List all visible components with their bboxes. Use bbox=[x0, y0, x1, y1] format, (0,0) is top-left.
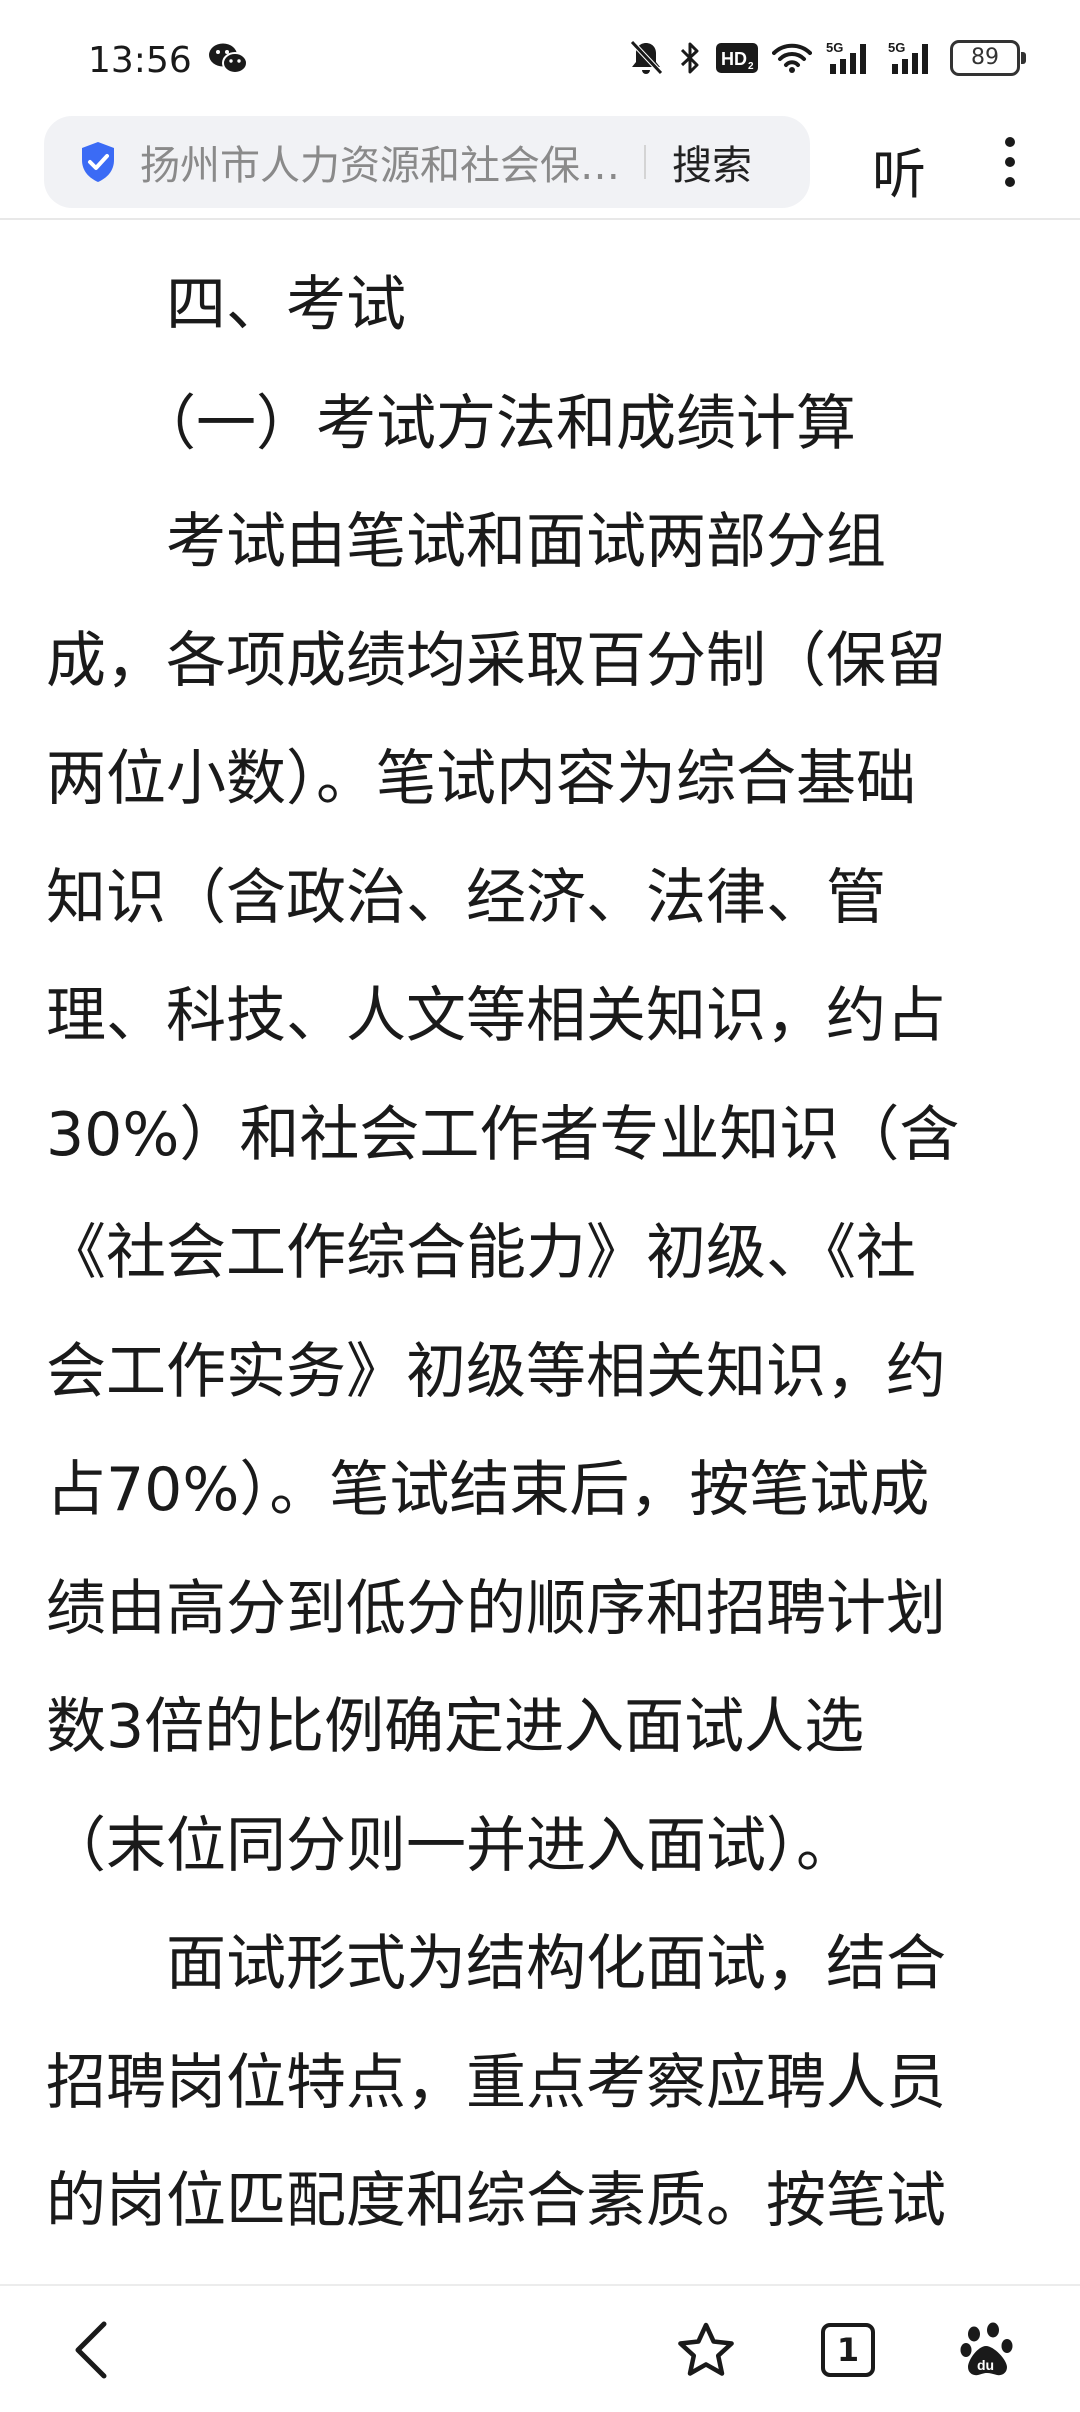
status-bar: 13:56 HD 2 5G 5G 89 bbox=[0, 0, 1080, 112]
article-line: （一）考试方法和成绩计算 bbox=[46, 388, 856, 459]
article-line: 四、考试 bbox=[46, 270, 406, 340]
battery-icon: 89 bbox=[950, 40, 1026, 76]
article-line: 会工作实务》初级等相关知识，约 bbox=[46, 1336, 946, 1407]
article-line: 考试由笔试和面试两部分组 bbox=[46, 507, 886, 577]
article-body: 四、考试 （一）考试方法和成绩计算 考试由笔试和面试两部分组 成，各项成绩均采取… bbox=[46, 246, 1006, 2261]
article-line: 理、科技、人文等相关知识，约占 bbox=[46, 981, 946, 1051]
wifi-icon bbox=[772, 43, 812, 73]
search-button[interactable]: 搜索 bbox=[672, 133, 752, 191]
article-line: 占70%）。笔试结束后，按笔试成 bbox=[46, 1455, 930, 1525]
status-icons: HD 2 5G 5G 89 bbox=[628, 38, 1026, 78]
more-options-icon[interactable] bbox=[996, 132, 1024, 192]
listen-button[interactable]: 听 bbox=[872, 130, 926, 209]
back-icon bbox=[75, 2321, 107, 2379]
article-line: 《社会工作综合能力》初级、《社 bbox=[46, 1218, 916, 1288]
mute-icon bbox=[630, 40, 663, 75]
baidu-home-button[interactable]: du bbox=[948, 2310, 1028, 2390]
browser-toolbar: 扬州市人力资源和社会保… 搜索 听 bbox=[0, 112, 1080, 216]
svg-text:2: 2 bbox=[748, 61, 754, 72]
article-line: （末位同分则一并进入面试）。 bbox=[46, 1810, 856, 1881]
svg-text:HD: HD bbox=[721, 49, 747, 69]
article-line: 招聘岗位特点，重点考察应聘人员 bbox=[46, 2047, 946, 2118]
article-line: 30%）和社会工作者专业知识（含 bbox=[46, 1099, 960, 1170]
article-line: 绩由高分到低分的顺序和招聘计划 bbox=[46, 1573, 946, 1644]
favorite-button[interactable] bbox=[666, 2310, 746, 2390]
status-time: 13:56 bbox=[88, 40, 192, 81]
page-title-in-address-bar[interactable]: 扬州市人力资源和社会保… bbox=[140, 133, 630, 191]
article-line: 面试形式为结构化面试，结合 bbox=[46, 1929, 946, 1999]
toolbar-divider bbox=[0, 218, 1080, 220]
hd-icon: HD 2 bbox=[716, 43, 758, 73]
svg-text:5G: 5G bbox=[888, 40, 905, 55]
baidu-paw-icon: du bbox=[960, 2322, 1013, 2376]
svg-text:5G: 5G bbox=[826, 40, 843, 55]
wechat-icon bbox=[209, 43, 248, 74]
article-line: 两位小数）。笔试内容为综合基础 bbox=[46, 744, 916, 814]
star-icon bbox=[678, 2322, 734, 2376]
tabs-icon: 1 bbox=[821, 2323, 875, 2377]
bluetooth-icon bbox=[680, 42, 699, 74]
signal-5g-icon: 5G bbox=[888, 40, 928, 74]
svg-text:du: du bbox=[977, 2357, 994, 2373]
article-line: 成，各项成绩均采取百分制（保留 bbox=[46, 625, 946, 696]
bottom-nav: 1 du bbox=[0, 2286, 1080, 2412]
address-bar[interactable]: 扬州市人力资源和社会保… 搜索 bbox=[44, 116, 810, 208]
tabs-button[interactable]: 1 bbox=[808, 2310, 888, 2390]
article-line: 的岗位匹配度和综合素质。按笔试 bbox=[46, 2166, 946, 2236]
article-line: 数3倍的比例确定进入面试人选 bbox=[46, 1692, 865, 1762]
address-bar-divider bbox=[644, 145, 646, 179]
shield-icon bbox=[82, 142, 114, 182]
article-line: 知识（含政治、经济、法律、管 bbox=[46, 862, 886, 933]
signal-5g-icon: 5G bbox=[826, 40, 866, 74]
back-button[interactable] bbox=[52, 2310, 132, 2390]
